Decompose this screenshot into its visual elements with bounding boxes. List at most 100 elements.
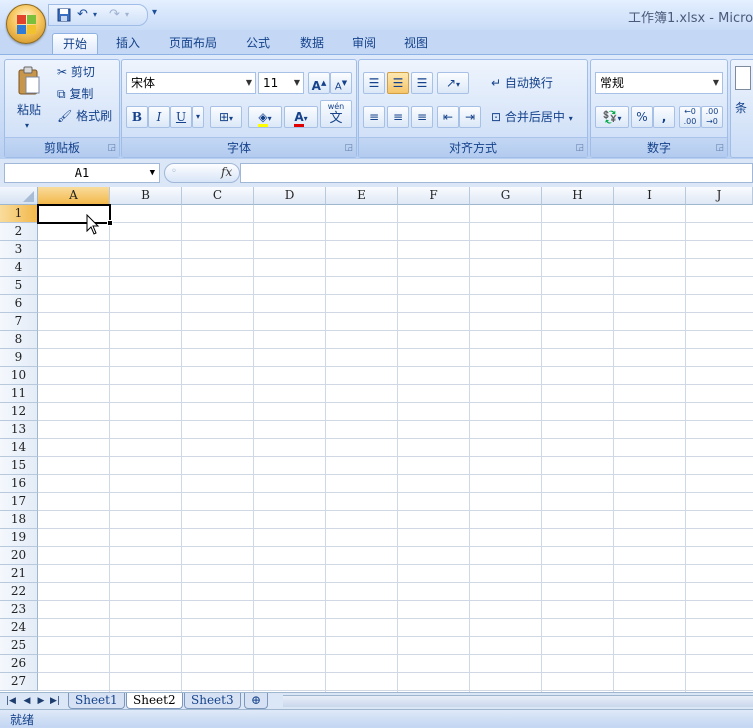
row-header-2[interactable]: 2 bbox=[0, 223, 38, 241]
tab-view[interactable]: 视图 bbox=[396, 33, 436, 54]
clipboard-launcher-icon[interactable]: ◲ bbox=[107, 143, 116, 153]
column-header-j[interactable]: J bbox=[686, 187, 753, 205]
column-header-e[interactable]: E bbox=[326, 187, 398, 205]
bold-button[interactable]: B bbox=[126, 106, 148, 128]
insert-sheet-button[interactable]: ⊕ bbox=[244, 693, 269, 709]
decrease-decimal-button[interactable]: .00 →0 bbox=[701, 106, 723, 128]
office-button[interactable] bbox=[6, 4, 46, 44]
select-all-corner[interactable] bbox=[0, 187, 38, 205]
sheet-tab-sheet3[interactable]: Sheet3 bbox=[184, 693, 241, 709]
borders-button[interactable]: ⊞▾ bbox=[210, 106, 242, 128]
italic-button[interactable]: I bbox=[148, 106, 170, 128]
row-header-7[interactable]: 7 bbox=[0, 313, 38, 331]
font-size-combo[interactable]: 11 ▼ bbox=[258, 72, 304, 94]
tab-home[interactable]: 开始 bbox=[52, 33, 98, 54]
row-header-27[interactable]: 27 bbox=[0, 673, 38, 691]
column-header-b[interactable]: B bbox=[110, 187, 182, 205]
number-launcher-icon[interactable]: ◲ bbox=[715, 143, 724, 153]
row-header-26[interactable]: 26 bbox=[0, 655, 38, 673]
row-header-12[interactable]: 12 bbox=[0, 403, 38, 421]
row-header-23[interactable]: 23 bbox=[0, 601, 38, 619]
alignment-launcher-icon[interactable]: ◲ bbox=[575, 143, 584, 153]
worksheet-grid[interactable]: ABCDEFGHIJ 1 2 3 4 5 6 7 8 9 10 11 12 13 14 15 16 17 18 19… bbox=[0, 187, 753, 692]
save-icon[interactable] bbox=[57, 8, 71, 26]
redo-icon[interactable]: ↷ bbox=[109, 8, 120, 22]
sheet-tab-sheet1[interactable]: Sheet1 bbox=[68, 693, 125, 709]
row-header-9[interactable]: 9 bbox=[0, 349, 38, 367]
sheet-tab-sheet2[interactable]: Sheet2 bbox=[126, 693, 183, 709]
row-header-14[interactable]: 14 bbox=[0, 439, 38, 457]
accounting-format-button[interactable]: 💱▾ bbox=[595, 106, 629, 128]
increase-decimal-button[interactable]: ←0.00 bbox=[679, 106, 701, 128]
format-painter-button[interactable]: 🖌 格式刷 bbox=[57, 108, 112, 124]
row-header-1[interactable]: 1 bbox=[0, 205, 38, 223]
row-header-3[interactable]: 3 bbox=[0, 241, 38, 259]
horizontal-scrollbar[interactable] bbox=[283, 695, 753, 707]
prev-sheet-icon[interactable]: ◀ bbox=[20, 694, 34, 708]
row-header-17[interactable]: 17 bbox=[0, 493, 38, 511]
grow-font-button[interactable]: A▲ bbox=[308, 72, 330, 94]
tab-data[interactable]: 数据 bbox=[292, 33, 332, 54]
number-format-combo[interactable]: 常规 ▼ bbox=[595, 72, 723, 94]
column-header-f[interactable]: F bbox=[398, 187, 470, 205]
column-header-h[interactable]: H bbox=[542, 187, 614, 205]
row-header-11[interactable]: 11 bbox=[0, 385, 38, 403]
font-name-combo[interactable]: 宋体 ▼ bbox=[126, 72, 256, 94]
undo-dropdown-icon[interactable]: ▾ bbox=[93, 8, 97, 22]
increase-indent-button[interactable]: ⇥ bbox=[459, 106, 481, 128]
insert-function-icon[interactable]: fx bbox=[221, 165, 232, 179]
first-sheet-icon[interactable]: |◀ bbox=[4, 694, 18, 708]
wrap-text-button[interactable]: ↵ 自动换行 bbox=[491, 75, 553, 91]
row-header-18[interactable]: 18 bbox=[0, 511, 38, 529]
fill-handle[interactable] bbox=[107, 220, 113, 226]
underline-button[interactable]: U bbox=[170, 106, 192, 128]
bottom-align-button[interactable]: ☰ bbox=[411, 72, 433, 94]
font-color-button[interactable]: A▾ bbox=[284, 106, 318, 128]
comma-style-button[interactable]: , bbox=[653, 106, 675, 128]
fill-color-button[interactable]: ◈▾ bbox=[248, 106, 282, 128]
decrease-indent-button[interactable]: ⇤ bbox=[437, 106, 459, 128]
row-header-8[interactable]: 8 bbox=[0, 331, 38, 349]
merge-center-button[interactable]: ⊡ 合并后居中 ▾ bbox=[491, 109, 573, 127]
percent-button[interactable]: % bbox=[631, 106, 653, 128]
align-left-button[interactable]: ≡ bbox=[363, 106, 385, 128]
font-launcher-icon[interactable]: ◲ bbox=[344, 143, 353, 153]
middle-align-button[interactable]: ☰ bbox=[387, 72, 409, 94]
tab-insert[interactable]: 插入 bbox=[108, 33, 148, 54]
row-header-20[interactable]: 20 bbox=[0, 547, 38, 565]
row-header-10[interactable]: 10 bbox=[0, 367, 38, 385]
tab-review[interactable]: 审阅 bbox=[344, 33, 384, 54]
cut-button[interactable]: ✂ 剪切 bbox=[57, 64, 95, 80]
last-sheet-icon[interactable]: ▶| bbox=[48, 694, 62, 708]
tab-formulas[interactable]: 公式 bbox=[238, 33, 278, 54]
undo-icon[interactable]: ↶ bbox=[77, 8, 88, 22]
row-header-15[interactable]: 15 bbox=[0, 457, 38, 475]
row-header-4[interactable]: 4 bbox=[0, 259, 38, 277]
row-header-13[interactable]: 13 bbox=[0, 421, 38, 439]
customize-qat-icon[interactable]: ▾ bbox=[152, 6, 157, 20]
next-sheet-icon[interactable]: ▶ bbox=[34, 694, 48, 708]
column-header-c[interactable]: C bbox=[182, 187, 254, 205]
redo-dropdown-icon[interactable]: ▾ bbox=[125, 8, 129, 22]
formula-input[interactable] bbox=[240, 163, 753, 183]
tab-page-layout[interactable]: 页面布局 bbox=[162, 33, 224, 54]
column-header-a[interactable]: A bbox=[38, 187, 110, 205]
paste-button[interactable]: 粘贴 ▾ bbox=[11, 64, 47, 134]
phonetic-button[interactable]: wén 文 bbox=[320, 100, 352, 128]
row-header-19[interactable]: 19 bbox=[0, 529, 38, 547]
row-header-24[interactable]: 24 bbox=[0, 619, 38, 637]
row-header-6[interactable]: 6 bbox=[0, 295, 38, 313]
name-box[interactable]: A1 ▼ bbox=[4, 163, 160, 183]
column-header-d[interactable]: D bbox=[254, 187, 326, 205]
copy-button[interactable]: ⧉ 复制 bbox=[57, 86, 93, 102]
row-header-16[interactable]: 16 bbox=[0, 475, 38, 493]
row-header-25[interactable]: 25 bbox=[0, 637, 38, 655]
row-header-5[interactable]: 5 bbox=[0, 277, 38, 295]
column-header-i[interactable]: I bbox=[614, 187, 686, 205]
align-right-button[interactable]: ≡ bbox=[411, 106, 433, 128]
underline-dropdown[interactable]: ▾ bbox=[192, 106, 204, 128]
orientation-button[interactable]: ↗▾ bbox=[437, 72, 469, 94]
conditional-format-button[interactable]: 条 bbox=[735, 66, 751, 116]
align-center-button[interactable]: ≡ bbox=[387, 106, 409, 128]
row-header-21[interactable]: 21 bbox=[0, 565, 38, 583]
